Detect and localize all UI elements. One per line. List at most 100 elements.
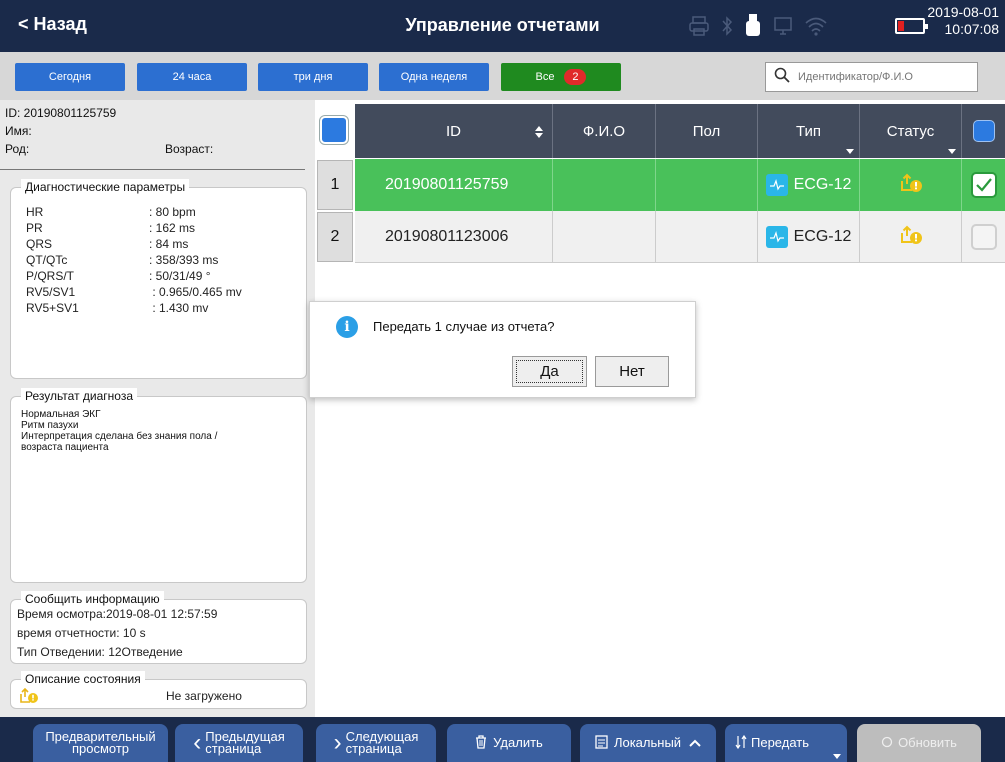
param-value: : 1.430 mv <box>149 301 209 315</box>
cell-select <box>962 211 1005 263</box>
table-header: ID Ф.И.О Пол Тип Статус <box>355 104 1005 158</box>
cell-type: ECG-12 <box>758 159 860 211</box>
cell-id: 20190801125759 <box>355 159 553 211</box>
param-list: HR: 80 bpm PR : 162 ms QRS : 84 ms QT/QTc: 35… <box>26 204 242 316</box>
transfer-button[interactable]: Передать <box>725 724 847 762</box>
bottom-toolbar: Предварительный просмотр ‹ Предыдущая ст… <box>0 717 1005 762</box>
refresh-label: Обновить <box>898 735 957 750</box>
state-title: Описание состояния <box>21 671 145 687</box>
param-row: RV5/SV1 : 0.965/0.465 mv <box>26 284 242 300</box>
diagnosis-text: Нормальная ЭКГ Ритм пазухи Интерпретация… <box>21 409 281 453</box>
state-box: Описание состояния Не загружено <box>10 671 307 709</box>
info-icon: i <box>336 316 358 338</box>
column-label: ID <box>446 122 461 140</box>
time-text: 10:07:08 <box>944 21 1000 37</box>
back-button[interactable]: < Назад <box>18 14 87 35</box>
report-info-text: Время осмотра:2019-08-01 12:57:59 время … <box>17 605 217 662</box>
no-button[interactable]: Нет <box>595 356 669 387</box>
lead-type: Тип Отведении: 12Отведение <box>17 645 183 659</box>
cell-gender <box>656 159 758 211</box>
page-title: Управление отчетами <box>405 15 600 35</box>
dropdown-caret-icon <box>846 149 854 154</box>
patient-age: Возраст: <box>165 142 214 156</box>
next-page-button[interactable]: › Следующая страница <box>316 724 436 762</box>
sort-icon <box>535 126 543 138</box>
transfer-icon <box>735 734 747 751</box>
cell-id: 20190801123006 <box>355 211 553 263</box>
yes-button-label: Да <box>516 360 583 383</box>
preview-button[interactable]: Предварительный просмотр <box>33 724 168 762</box>
confirm-dialog: i Передать 1 случае из отчета? Да Нет <box>309 301 696 398</box>
diagnosis-line: Ритм пазухи <box>21 420 79 431</box>
prev-page-button[interactable]: ‹ Предыдущая страница <box>175 724 303 762</box>
param-key: PR <box>26 221 43 235</box>
count-badge: 2 <box>564 69 587 85</box>
param-value: : 80 bpm <box>149 205 196 219</box>
filter-bar: Сегодня 24 часа три дня Одна неделя Все … <box>0 52 1005 100</box>
chevron-right-icon: › <box>333 729 342 756</box>
preview-label-2: просмотр <box>71 741 130 756</box>
printer-icon <box>688 15 710 37</box>
filter-all-button[interactable]: Все 2 <box>501 63 621 91</box>
filter-24h-button[interactable]: 24 часа <box>137 63 247 91</box>
upload-pending-icon <box>899 225 923 250</box>
column-header-status[interactable]: Статус <box>860 104 962 158</box>
prev-label-2: страница <box>205 741 262 756</box>
table-row[interactable]: 20190801123006 ECG-12 <box>355 211 1005 263</box>
exam-time: Время осмотра:2019-08-01 12:57:59 <box>17 607 218 621</box>
delete-button[interactable]: Удалить <box>447 724 571 762</box>
column-label: Пол <box>692 122 721 140</box>
param-value: : 162 ms <box>149 221 196 235</box>
param-row: QT/QTc: 358/393 ms <box>26 252 242 268</box>
column-header-select[interactable] <box>962 104 1005 158</box>
column-header-id[interactable]: ID <box>355 104 553 158</box>
select-all-corner[interactable] <box>320 116 348 144</box>
param-key: RV5/SV1 <box>26 285 76 299</box>
search-input[interactable] <box>798 71 968 83</box>
select-all-checkbox[interactable] <box>972 120 995 142</box>
filter-week-button[interactable]: Одна неделя <box>379 63 489 91</box>
search-box[interactable] <box>765 62 978 92</box>
param-key: QRS <box>26 237 53 251</box>
table-row[interactable]: 20190801125759 ECG-12 <box>355 159 1005 211</box>
cell-select <box>962 159 1005 211</box>
delete-label: Удалить <box>493 735 543 750</box>
patient-gender: Род: <box>5 142 30 156</box>
chevron-up-icon <box>689 737 701 749</box>
cell-name <box>553 159 656 211</box>
trash-icon <box>475 735 487 751</box>
document-icon <box>595 735 608 751</box>
cell-type: ECG-12 <box>758 211 860 263</box>
column-header-type[interactable]: Тип <box>758 104 860 158</box>
refresh-button[interactable]: Обновить <box>857 724 981 762</box>
ecg-icon <box>765 226 788 248</box>
report-table: ID Ф.И.О Пол Тип Статус 1 20190801125759… <box>315 100 1005 717</box>
row-checkbox[interactable] <box>970 224 997 250</box>
filter-today-button[interactable]: Сегодня <box>15 63 125 91</box>
column-header-name[interactable]: Ф.И.О <box>553 104 656 158</box>
search-icon <box>766 67 790 88</box>
param-value: : 84 ms <box>149 237 189 251</box>
param-row: HR: 80 bpm <box>26 204 242 220</box>
param-key: QT/QTc <box>26 253 68 267</box>
yes-button[interactable]: Да <box>512 356 587 387</box>
transfer-label: Передать <box>751 735 810 750</box>
ecg-type-badge: ECG-12 <box>765 174 851 196</box>
diagnosis-result-box: Результат диагноза Нормальная ЭКГ Ритм п… <box>10 388 307 583</box>
diagnosis-line: возраста пациента <box>21 442 109 453</box>
ecg-icon <box>765 174 788 196</box>
row-checkbox[interactable] <box>970 172 997 198</box>
patient-detail-panel: ID: 20190801125759 Имя: Род: Возраст: Ди… <box>0 100 315 717</box>
diagnosis-line: Интерпретация сделана без знания пола / <box>21 431 218 442</box>
clock: 2019-08-01 10:07:08 <box>927 4 999 38</box>
checkmark-icon <box>975 178 992 192</box>
column-label: Статус <box>886 122 935 140</box>
local-label: Локальный <box>613 735 682 750</box>
column-label: Ф.И.О <box>582 122 626 140</box>
local-button[interactable]: Локальный <box>580 724 716 762</box>
filter-3days-button[interactable]: три дня <box>258 63 368 91</box>
dropdown-caret-icon <box>948 149 956 154</box>
column-header-gender[interactable]: Пол <box>656 104 758 158</box>
cell-gender <box>656 211 758 263</box>
report-duration: время отчетности: 10 s <box>17 626 146 640</box>
